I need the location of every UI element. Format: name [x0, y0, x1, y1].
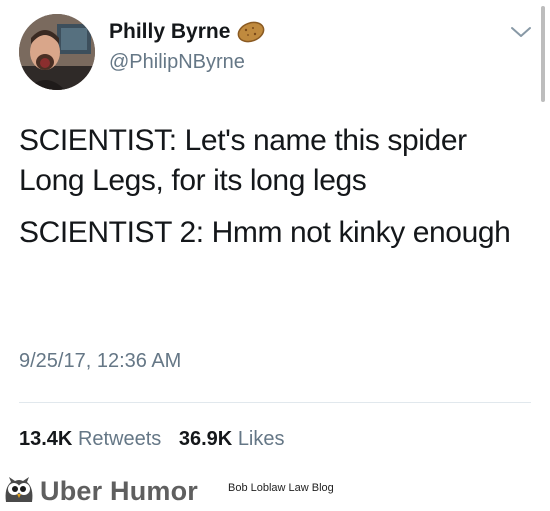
tweet-stats: 13.4K Retweets 36.9K Likes — [19, 428, 285, 451]
divider — [19, 402, 531, 403]
scrollbar[interactable] — [541, 6, 545, 102]
retweets-label[interactable]: Retweets — [78, 428, 161, 450]
potato-icon — [236, 20, 266, 44]
tweet-text: SCIENTIST: Let's name this spider Long L… — [19, 121, 531, 265]
likes-label[interactable]: Likes — [238, 428, 285, 450]
display-name-text[interactable]: Philly Byrne — [109, 20, 230, 44]
retweets-count[interactable]: 13.4K — [19, 428, 72, 450]
tweet-text-line: SCIENTIST 2: Hmm not kinky enough — [19, 216, 511, 249]
tweet-timestamp[interactable]: 9/25/17, 12:36 AM — [19, 350, 181, 373]
display-name[interactable]: Philly Byrne — [109, 20, 266, 44]
user-handle[interactable]: @PhilipNByrne — [109, 51, 245, 74]
tweet-text-line: SCIENTIST: Let's name this spider Long L… — [19, 124, 467, 197]
tweet-card: Philly Byrne @PhilipNByrne SCIENTIST: Le… — [0, 0, 550, 470]
avatar[interactable] — [19, 14, 95, 90]
brand-name: Uber Humor — [40, 476, 199, 506]
owl-icon — [2, 474, 36, 506]
avatar-photo — [19, 14, 95, 90]
likes-count[interactable]: 36.9K — [179, 428, 232, 450]
credit-text: Bob Loblaw Law Blog — [228, 482, 334, 494]
chevron-down-icon[interactable] — [510, 24, 532, 40]
